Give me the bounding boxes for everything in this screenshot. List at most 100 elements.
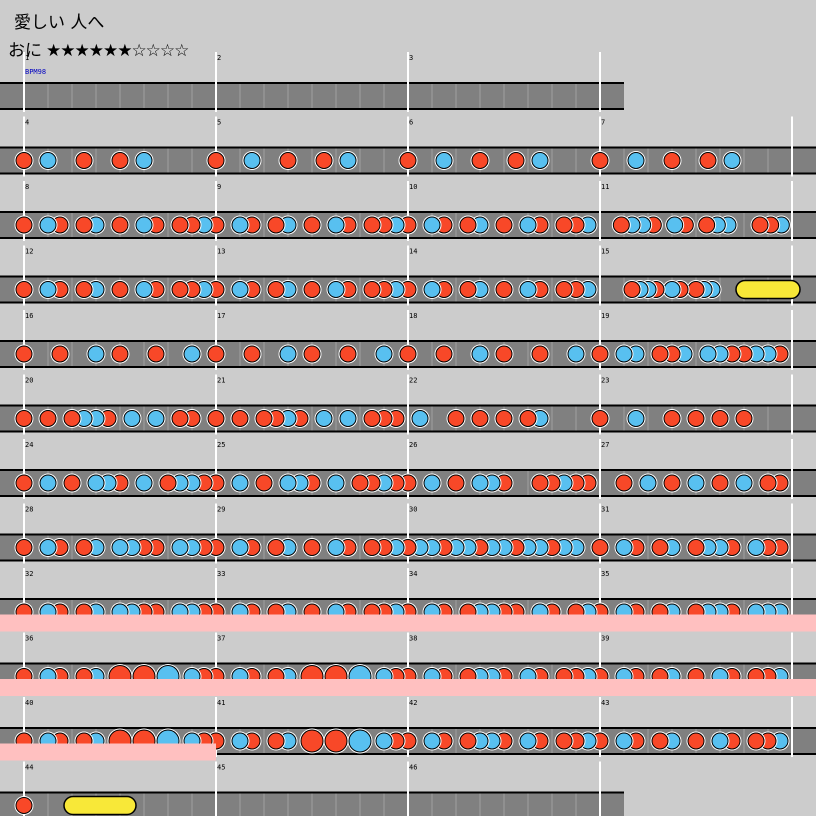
- ka-note: [567, 345, 585, 363]
- don-note: [303, 216, 321, 234]
- don-note: [363, 281, 381, 298]
- measure-number: 22: [409, 377, 417, 385]
- don-note: [591, 152, 609, 169]
- ka-note: [747, 539, 765, 556]
- don-note: [663, 474, 681, 492]
- don-note: [51, 345, 69, 363]
- ka-note: [423, 474, 441, 492]
- don-note: [735, 410, 753, 427]
- don-note: [15, 539, 33, 556]
- don-note: [711, 474, 729, 492]
- ka-note: [531, 152, 549, 169]
- don-note: [363, 539, 381, 556]
- don-note: [399, 152, 417, 169]
- ka-note: [471, 474, 489, 492]
- don-note: [207, 152, 225, 169]
- don-note: [159, 474, 177, 492]
- measure-number: 6: [409, 119, 413, 127]
- don-note: [207, 410, 225, 427]
- ka-note: [123, 410, 141, 427]
- ka-note: [231, 732, 249, 750]
- measure-number: 4: [25, 119, 29, 127]
- don-note: [555, 281, 573, 298]
- measure-number: 11: [601, 183, 609, 191]
- don-note: [75, 152, 93, 169]
- don-note: [231, 410, 249, 427]
- measure-number: 27: [601, 441, 609, 449]
- ka-note: [519, 732, 537, 750]
- don-note: [459, 216, 477, 234]
- don-note: [447, 410, 465, 427]
- don-note: [687, 281, 705, 298]
- don-note: [651, 539, 669, 556]
- ka-note: [375, 345, 393, 363]
- measure-number: 40: [25, 699, 33, 707]
- don-note: [303, 539, 321, 556]
- measure-number: 36: [25, 635, 33, 643]
- ka-note: [519, 216, 537, 234]
- don-note: [471, 152, 489, 169]
- ka-note: [39, 539, 57, 556]
- don-note: [531, 345, 549, 363]
- measure-number: 39: [601, 635, 609, 643]
- don-note: [15, 474, 33, 492]
- measure-number: 31: [601, 506, 609, 514]
- don-note: [15, 152, 33, 169]
- don-note: [531, 474, 549, 492]
- don-note: [207, 345, 225, 363]
- measure-number: 19: [601, 312, 609, 320]
- ka-note: [135, 474, 153, 492]
- don-note: [267, 216, 285, 234]
- ka-note: [231, 281, 249, 298]
- measure-number: 29: [217, 506, 225, 514]
- don-note: [15, 345, 33, 363]
- ka-note: [279, 474, 297, 492]
- don-note: [363, 410, 381, 427]
- ka-note: [171, 539, 189, 556]
- ka-note: [435, 152, 453, 169]
- don-note: [267, 539, 285, 556]
- don-note: [471, 410, 489, 427]
- ka-note: [699, 345, 717, 363]
- don-note: [255, 474, 273, 492]
- don-note: [75, 539, 93, 556]
- ka-note: [39, 281, 57, 298]
- ka-note: [339, 410, 357, 427]
- measure-number: 18: [409, 312, 417, 320]
- measure-number: 30: [409, 506, 417, 514]
- don-note: [267, 732, 285, 750]
- measure-number: 28: [25, 506, 33, 514]
- ka-note: [135, 152, 153, 169]
- don-note: [747, 732, 765, 750]
- don-note: [651, 345, 669, 363]
- ka-note: [687, 474, 705, 492]
- don-note: [111, 345, 129, 363]
- measure-number: 12: [25, 248, 33, 256]
- don-note: [495, 345, 513, 363]
- ka-note: [423, 216, 441, 234]
- don-note: [15, 410, 33, 427]
- don-note: [687, 410, 705, 427]
- measure-number: 32: [25, 570, 33, 578]
- measure-number: 38: [409, 635, 417, 643]
- don-note: [495, 410, 513, 427]
- measure-number: 37: [217, 635, 225, 643]
- ka-note: [723, 152, 741, 169]
- ka-note: [327, 539, 345, 556]
- measure-number: 10: [409, 183, 417, 191]
- don-note: [255, 410, 273, 427]
- don-note: [623, 281, 641, 298]
- measure-number: 43: [601, 699, 609, 707]
- measure-number: 14: [409, 248, 417, 256]
- measure-number: 17: [217, 312, 225, 320]
- don-note: [591, 410, 609, 427]
- ka-note: [423, 281, 441, 298]
- don-note: [111, 281, 129, 298]
- gogo-band: [0, 614, 816, 632]
- ka-note: [615, 539, 633, 556]
- don-note: [243, 345, 261, 363]
- don-note: [63, 474, 81, 492]
- bpm-label: BPM98: [25, 68, 46, 76]
- ka-note: [639, 474, 657, 492]
- measure-number: 7: [601, 119, 605, 127]
